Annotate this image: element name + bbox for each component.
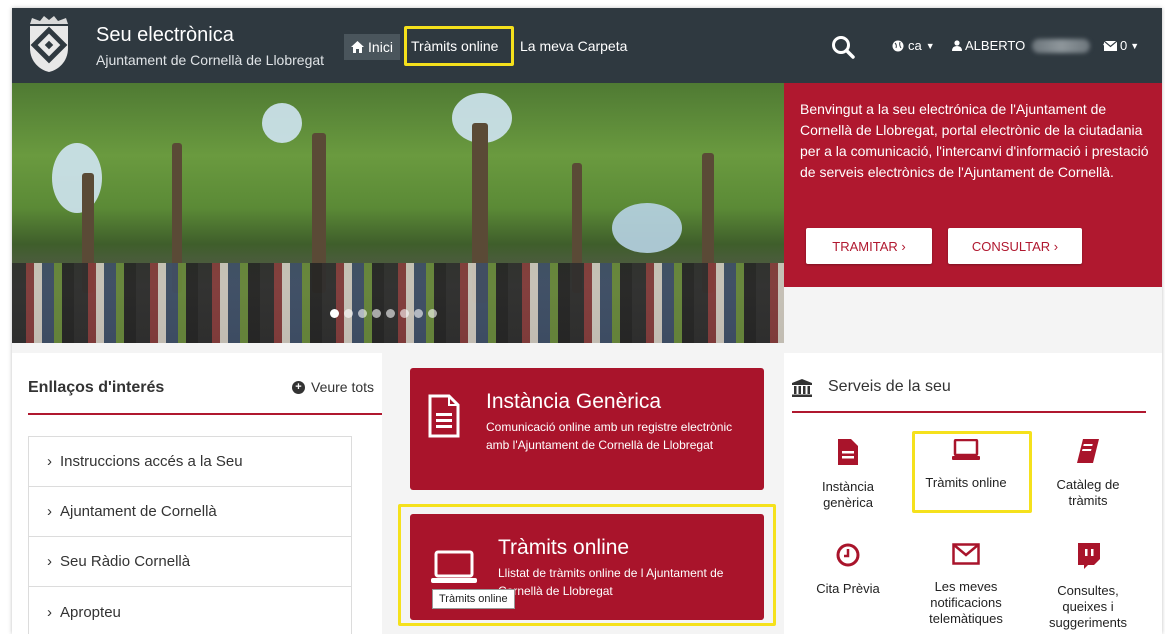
site-subtitle: Ajuntament de Cornellà de Llobregat bbox=[96, 52, 325, 68]
search-icon[interactable] bbox=[830, 34, 856, 60]
nav-home-link[interactable]: Inici bbox=[344, 34, 400, 60]
service-label: Cita Prèvia bbox=[816, 581, 880, 596]
link-item-label: Instruccions accés a la Seu bbox=[60, 453, 243, 470]
tramitar-button[interactable]: TRAMITAR › bbox=[806, 228, 932, 264]
generic-request-card[interactable]: Instància Genèrica Comunicació online am… bbox=[410, 368, 764, 490]
carousel-dot[interactable] bbox=[428, 309, 437, 318]
card-description: Comunicació online amb un registre elect… bbox=[486, 420, 733, 452]
document-icon bbox=[428, 394, 460, 438]
tooltip: Tràmits online bbox=[432, 589, 515, 609]
service-notifications[interactable]: Les meves notificacions telemàtiques bbox=[916, 543, 1016, 627]
consultar-button[interactable]: CONSULTAR › bbox=[948, 228, 1082, 264]
carousel-dot[interactable] bbox=[386, 309, 395, 318]
service-label: Les meves notificacions telemàtiques bbox=[929, 579, 1003, 626]
envelope-icon bbox=[952, 543, 980, 565]
link-item-label: Ajuntament de Cornellà bbox=[60, 503, 217, 520]
browser-page: Seu electrònica Ajuntament de Cornellà d… bbox=[12, 8, 1162, 634]
link-item-apropteu[interactable]: › Apropteu bbox=[29, 587, 351, 634]
top-navbar: Seu electrònica Ajuntament de Cornellà d… bbox=[12, 8, 1162, 83]
welcome-panel: Benvingut a la seu electrónica de l'Ajun… bbox=[784, 83, 1162, 287]
chevron-right-icon: › bbox=[47, 603, 52, 621]
institution-icon bbox=[792, 379, 812, 397]
carousel-dot[interactable] bbox=[372, 309, 381, 318]
chevron-right-icon: › bbox=[47, 503, 52, 520]
clock-icon bbox=[836, 543, 860, 567]
links-panel: Enllaços d'interés + Veure tots › Instruc… bbox=[12, 353, 382, 634]
chevron-right-icon: › bbox=[47, 553, 52, 570]
language-label: ca bbox=[908, 38, 922, 53]
home-icon bbox=[351, 41, 365, 53]
link-item-instructions[interactable]: › Instruccions accés a la Seu bbox=[29, 437, 351, 487]
chevron-down-icon: ▼ bbox=[1130, 40, 1140, 51]
link-item-city-council[interactable]: › Ajuntament de Cornellà bbox=[29, 487, 351, 537]
user-name: ALBERTO bbox=[965, 38, 1026, 53]
carousel-dot[interactable] bbox=[414, 309, 423, 318]
language-selector[interactable]: ca ▼ bbox=[892, 38, 935, 53]
welcome-text: Benvingut a la seu electrónica de l'Ajun… bbox=[800, 101, 1149, 180]
hero-carousel-image[interactable] bbox=[12, 83, 784, 343]
section-divider bbox=[28, 413, 382, 415]
services-panel: Serveis de la seu Instància genèrica Trà… bbox=[784, 353, 1162, 634]
plus-circle-icon: + bbox=[292, 380, 305, 394]
nav-home-label: Inici bbox=[368, 39, 393, 55]
document-icon bbox=[838, 439, 858, 465]
card-title: Tràmits online bbox=[498, 536, 630, 559]
highlight-box-service bbox=[912, 431, 1032, 513]
service-label: Consultes, queixes i suggeriments bbox=[1048, 583, 1128, 630]
carousel-dot[interactable] bbox=[358, 309, 367, 318]
link-item-label: Seu Ràdio Cornellà bbox=[60, 553, 191, 570]
user-icon bbox=[952, 40, 962, 51]
service-generic-request[interactable]: Instància genèrica bbox=[798, 439, 898, 511]
link-item-label: Apropteu bbox=[60, 603, 121, 621]
links-list: › Instruccions accés a la Seu › Ajuntament… bbox=[28, 436, 352, 634]
service-label: Catàleg de tràmits bbox=[1056, 477, 1120, 508]
service-catalog[interactable]: Catàleg de tràmits bbox=[1038, 439, 1138, 509]
service-label: Instància genèrica bbox=[821, 479, 875, 510]
city-crest-logo[interactable] bbox=[22, 14, 76, 74]
service-complaints[interactable]: Consultes, queixes i suggeriments bbox=[1038, 543, 1138, 631]
globe-icon bbox=[892, 40, 904, 51]
nav-my-folder-link[interactable]: La meva Carpeta bbox=[520, 38, 627, 54]
laptop-icon bbox=[431, 550, 477, 583]
card-title: Instància Genèrica bbox=[486, 390, 662, 413]
links-section-title: Enllaços d'interés bbox=[28, 379, 165, 396]
card-description: Llistat de tràmits online de l Ajuntamen… bbox=[498, 566, 724, 598]
redacted-surname bbox=[1032, 38, 1091, 53]
carousel-dot[interactable] bbox=[400, 309, 409, 318]
carousel-dot[interactable] bbox=[330, 309, 339, 318]
chat-icon bbox=[1078, 543, 1100, 569]
services-section-title: Serveis de la seu bbox=[828, 378, 951, 395]
user-menu[interactable]: ALBERTO ▼ bbox=[952, 38, 1110, 53]
envelope-icon bbox=[1104, 40, 1117, 51]
see-all-label: Veure tots bbox=[311, 379, 375, 395]
see-all-link[interactable]: + Veure tots bbox=[292, 379, 374, 395]
carousel-indicators[interactable] bbox=[330, 309, 437, 318]
highlight-box-nav bbox=[404, 26, 514, 66]
carousel-dot[interactable] bbox=[344, 309, 353, 318]
messages-count: 0 bbox=[1120, 38, 1128, 53]
chevron-down-icon: ▼ bbox=[925, 40, 935, 51]
link-item-radio[interactable]: › Seu Ràdio Cornellà bbox=[29, 537, 351, 587]
book-icon bbox=[1077, 439, 1099, 463]
section-divider bbox=[792, 411, 1146, 413]
service-appointment[interactable]: Cita Prèvia bbox=[798, 543, 898, 597]
messages-menu[interactable]: 0 ▼ bbox=[1104, 38, 1139, 53]
chevron-right-icon: › bbox=[47, 453, 52, 470]
site-title[interactable]: Seu electrònica bbox=[96, 24, 234, 47]
